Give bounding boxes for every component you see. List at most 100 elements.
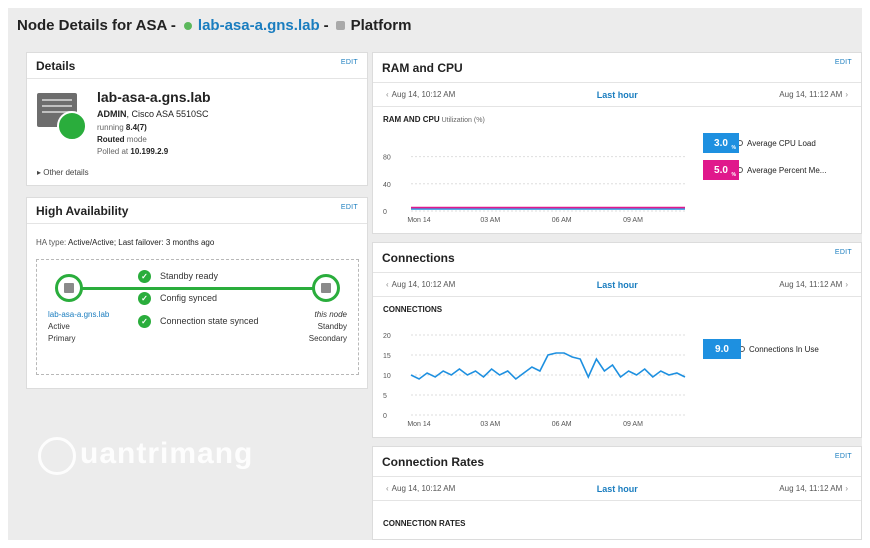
y-tick-label: 5 xyxy=(383,393,387,400)
node-polled: Polled at 10.199.2.9 xyxy=(97,147,168,156)
rates-next-range[interactable]: Aug 14, 11:12 AM › xyxy=(779,484,851,493)
x-tick-label: Mon 14 xyxy=(407,421,430,428)
y-tick-label: 15 xyxy=(383,353,391,360)
connections-swatch: 9.0 xyxy=(703,339,741,359)
conn-chart-label: CONNECTIONS xyxy=(383,305,442,314)
ha-secondary-state: Standby xyxy=(317,322,347,331)
ha-edit-button[interactable]: EDIT xyxy=(341,204,358,211)
ram-cpu-title: RAM and CPU xyxy=(382,60,463,75)
y-tick-label: 80 xyxy=(383,155,391,162)
ram-cpu-panel: RAM and CPU EDIT ‹ Aug 14, 10:12 AM Last … xyxy=(372,52,862,234)
conn-range-selector[interactable]: Last hour xyxy=(597,280,638,290)
watermark-text: uantrimang xyxy=(80,437,254,470)
ha-secondary-node-icon xyxy=(312,274,340,302)
ram-range-selector[interactable]: Last hour xyxy=(597,90,638,100)
conn-next-range[interactable]: Aug 14, 11:12 AM › xyxy=(779,280,851,289)
ha-primary-name[interactable]: lab-asa-a.gns.lab xyxy=(48,310,109,319)
platform-label: Platform xyxy=(350,17,412,34)
x-tick-label: Mon 14 xyxy=(407,217,430,224)
legend-connections[interactable]: 9.0 Connections In Use xyxy=(703,339,819,359)
x-tick-label: 03 AM xyxy=(480,421,500,428)
cpu-value: 3.0 xyxy=(714,137,728,149)
chevron-left-icon: ‹ xyxy=(386,280,389,289)
ha-check-standby: Standby ready xyxy=(160,271,219,281)
connections-header: Connections EDIT xyxy=(373,243,861,273)
ram-chart-label: RAM AND CPU Utilization (%) xyxy=(383,115,485,124)
other-details-toggle[interactable]: ▸ Other details xyxy=(37,168,89,177)
x-tick-label: 06 AM xyxy=(552,217,572,224)
rates-start-time: Aug 14, 10:12 AM xyxy=(391,484,456,493)
conn-end-time: Aug 14, 11:12 AM xyxy=(779,280,843,289)
ha-secondary-name: this node xyxy=(314,310,347,319)
chevron-left-icon: ‹ xyxy=(386,484,389,493)
connections-legend-label: Connections In Use xyxy=(749,344,819,354)
conn-prev-range[interactable]: ‹ Aug 14, 10:12 AM xyxy=(383,280,455,289)
node-link[interactable]: lab-asa-a.gns.lab xyxy=(198,17,320,34)
polled-label: Polled at xyxy=(97,147,129,156)
rates-timebar: ‹ Aug 14, 10:12 AM Last hour Aug 14, 11:1… xyxy=(373,477,861,501)
chevron-right-icon: › xyxy=(845,484,848,493)
memory-label: Average Percent Me... xyxy=(747,165,827,175)
y-tick-label: 20 xyxy=(383,333,391,340)
connections-value: 9.0 xyxy=(715,343,729,355)
ha-primary-role: Primary xyxy=(48,334,76,343)
ha-type-label: HA type: xyxy=(36,238,67,247)
ram-cpu-timebar: ‹ Aug 14, 10:12 AM Last hour Aug 14, 11:1… xyxy=(373,83,861,107)
connections-edit-button[interactable]: EDIT xyxy=(835,249,852,256)
ha-type-value: Active/Active; Last failover: 3 months a… xyxy=(68,238,215,247)
page-title-prefix: Node Details for ASA - xyxy=(17,17,176,34)
details-header: Details EDIT xyxy=(27,53,367,79)
ha-panel: High Availability EDIT HA type: Active/A… xyxy=(26,197,368,389)
ram-cpu-chart: 0 40 80 Mon 14 03 AM 06 AM 09 AM xyxy=(383,155,685,224)
y-tick-label: 40 xyxy=(383,182,391,189)
memory-value: 5.0 xyxy=(714,164,728,176)
running-label: running xyxy=(97,123,124,132)
ram-end-time: Aug 14, 11:12 AM xyxy=(779,90,843,99)
x-tick-label: 06 AM xyxy=(552,421,572,428)
connections-panel: Connections EDIT ‹ Aug 14, 10:12 AM Last … xyxy=(372,242,862,438)
node-role: ADMIN xyxy=(97,109,127,119)
ha-primary-node-icon xyxy=(55,274,83,302)
check-icon: ✓ xyxy=(138,315,151,328)
memory-swatch: 5.0% xyxy=(703,160,739,180)
chevron-left-icon: ‹ xyxy=(386,90,389,99)
other-details-label: Other details xyxy=(43,168,89,177)
ha-check-config: Config synced xyxy=(160,293,218,303)
ha-check-connection: Connection state synced xyxy=(160,316,259,326)
status-dot-icon xyxy=(183,21,192,30)
node-mode: Routed mode xyxy=(97,135,147,144)
chevron-right-icon: › xyxy=(845,90,848,99)
y-tick-label: 10 xyxy=(383,373,391,380)
rates-chart-label: CONNECTION RATES xyxy=(383,519,466,528)
y-tick-label: 0 xyxy=(383,413,387,420)
rates-range-selector[interactable]: Last hour xyxy=(597,484,638,494)
ha-diagram: ✓ Standby ready ✓ Config synced ✓ Connec… xyxy=(36,259,359,375)
ram-cpu-edit-button[interactable]: EDIT xyxy=(835,59,852,66)
lightbulb-watermark-icon xyxy=(38,437,76,475)
ha-summary: HA type: Active/Active; Last failover: 3… xyxy=(36,238,214,247)
ha-link-line xyxy=(77,287,323,290)
cpu-label: Average CPU Load xyxy=(747,138,816,148)
connections-title: Connections xyxy=(382,250,455,265)
memory-unit: % xyxy=(731,172,736,178)
ram-start-time: Aug 14, 10:12 AM xyxy=(391,90,456,99)
legend-memory[interactable]: 5.0% Average Percent Me... xyxy=(703,160,826,180)
ram-next-range[interactable]: Aug 14, 11:12 AM › xyxy=(779,90,851,99)
connections-chart: 0 5 10 15 20 Mon 14 03 AM 06 AM 09 AM xyxy=(383,333,686,428)
platform-icon xyxy=(335,21,345,30)
mode-suffix: mode xyxy=(126,135,147,144)
ram-prev-range[interactable]: ‹ Aug 14, 10:12 AM xyxy=(383,90,455,99)
rates-prev-range[interactable]: ‹ Aug 14, 10:12 AM xyxy=(383,484,455,493)
legend-cpu[interactable]: 3.0% Average CPU Load xyxy=(703,133,816,153)
conn-chart-title: CONNECTIONS xyxy=(383,305,443,314)
rates-end-time: Aug 14, 11:12 AM xyxy=(779,484,843,493)
rates-header: Connection Rates EDIT xyxy=(373,447,861,477)
node-status-icon xyxy=(57,111,87,141)
rates-edit-button[interactable]: EDIT xyxy=(835,453,852,460)
node-model: , Cisco ASA 5510SC xyxy=(126,109,209,119)
node-name: lab-asa-a.gns.lab xyxy=(97,89,211,105)
details-edit-button[interactable]: EDIT xyxy=(341,59,358,66)
chevron-right-icon: › xyxy=(845,280,848,289)
connection-rates-panel: Connection Rates EDIT ‹ Aug 14, 10:12 AM … xyxy=(372,446,862,540)
ram-chart-subtitle: Utilization (%) xyxy=(441,117,485,124)
